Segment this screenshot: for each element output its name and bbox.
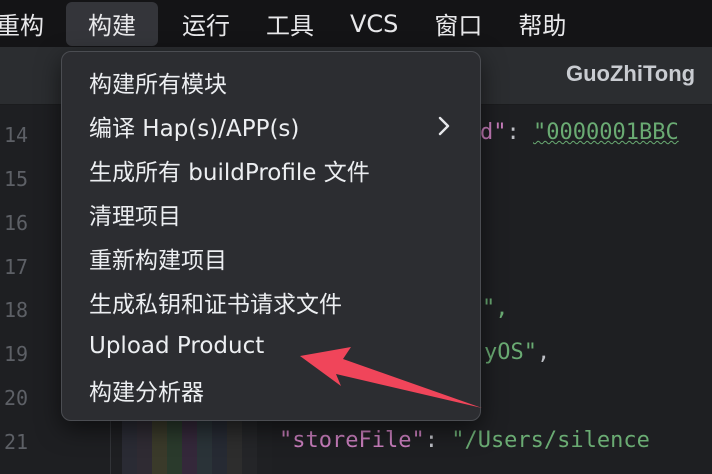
- annotation-arrow-icon: [300, 347, 482, 408]
